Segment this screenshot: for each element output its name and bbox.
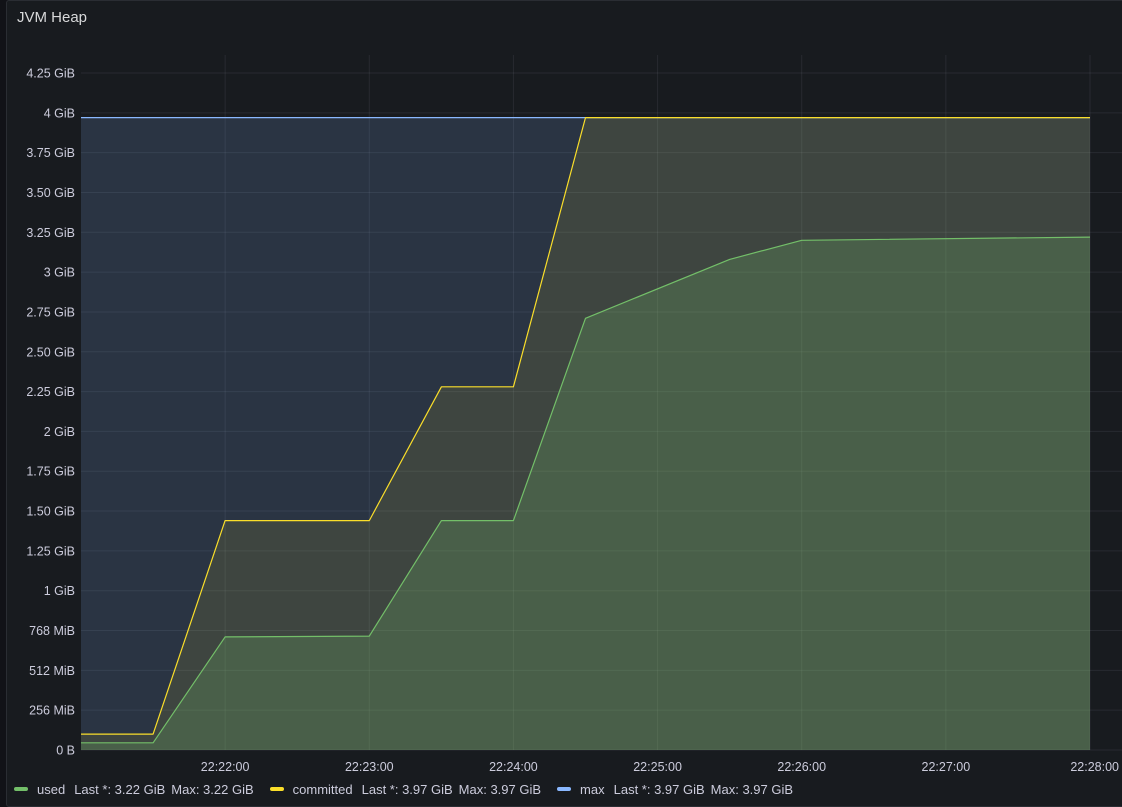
y-tick-label: 3.75 GiB xyxy=(26,146,75,160)
x-tick-label: 22:24:00 xyxy=(489,760,538,774)
y-tick-label: 3 GiB xyxy=(44,266,75,280)
x-tick-label: 22:26:00 xyxy=(777,760,826,774)
y-tick-label: 2 GiB xyxy=(44,425,75,439)
legend-name: committed xyxy=(292,781,353,797)
y-tick-label: 4.25 GiB xyxy=(26,67,75,81)
legend-item-committed[interactable]: committed Last *: 3.97 GiB Max: 3.97 GiB xyxy=(269,781,547,797)
x-tick-label: 22:25:00 xyxy=(633,760,682,774)
legend-item-max[interactable]: max Last *: 3.97 GiB Max: 3.97 GiB xyxy=(557,782,799,797)
x-tick-label: 22:27:00 xyxy=(922,760,971,774)
y-tick-label: 768 MiB xyxy=(29,624,75,638)
y-tick-label: 2.25 GiB xyxy=(26,385,75,399)
y-tick-label: 512 MiB xyxy=(29,664,75,678)
legend-last: Last *: 3.97 GiB xyxy=(361,781,453,797)
legend-last: Last *: 3.97 GiB xyxy=(613,781,705,797)
y-tick-label: 1.25 GiB xyxy=(26,544,75,558)
y-tick-label: 3.50 GiB xyxy=(26,186,75,200)
x-tick-label: 22:28:00 xyxy=(1070,760,1119,774)
legend-swatch xyxy=(14,787,28,791)
legend-swatch xyxy=(557,787,572,791)
legend-name: max xyxy=(580,781,605,797)
legend-name: used xyxy=(37,781,66,797)
legend: used Last *: 3.22 GiB Max: 3.22 GiB committ… xyxy=(14,780,809,798)
legend-max: Max: 3.97 GiB xyxy=(710,781,794,797)
legend-max: Max: 3.22 GiB xyxy=(171,781,254,797)
legend-item-used[interactable]: used Last *: 3.22 GiB Max: 3.22 GiB xyxy=(14,782,260,797)
y-tick-label: 2.50 GiB xyxy=(26,345,75,359)
legend-last: Last *: 3.22 GiB xyxy=(74,781,166,797)
y-tick-label: 256 MiB xyxy=(29,704,75,718)
legend-swatch xyxy=(269,787,284,791)
legend-max: Max: 3.97 GiB xyxy=(458,781,542,797)
x-tick-label: 22:23:00 xyxy=(345,760,394,774)
y-tick-label: 1 GiB xyxy=(44,584,75,598)
y-tick-label: 3.25 GiB xyxy=(26,226,75,240)
y-tick-label: 1.50 GiB xyxy=(26,505,75,519)
y-tick-label: 2.75 GiB xyxy=(26,305,75,319)
y-tick-label: 1.75 GiB xyxy=(26,465,75,479)
x-tick-label: 22:22:00 xyxy=(201,760,250,774)
y-tick-label: 4 GiB xyxy=(44,106,75,120)
x-axis: 22:22:00 22:23:00 22:24:00 22:25:00 22:26:00… xyxy=(201,760,1119,774)
series-areas xyxy=(81,117,1090,751)
heap-chart: 0 B 256 MiB 512 MiB 768 MiB 1 GiB 1.25 GiB 1.5… xyxy=(26,55,1122,774)
y-axis: 0 B 256 MiB 512 MiB 768 MiB 1 GiB 1.25 GiB 1.5… xyxy=(26,67,75,758)
y-tick-label: 0 B xyxy=(56,744,75,758)
